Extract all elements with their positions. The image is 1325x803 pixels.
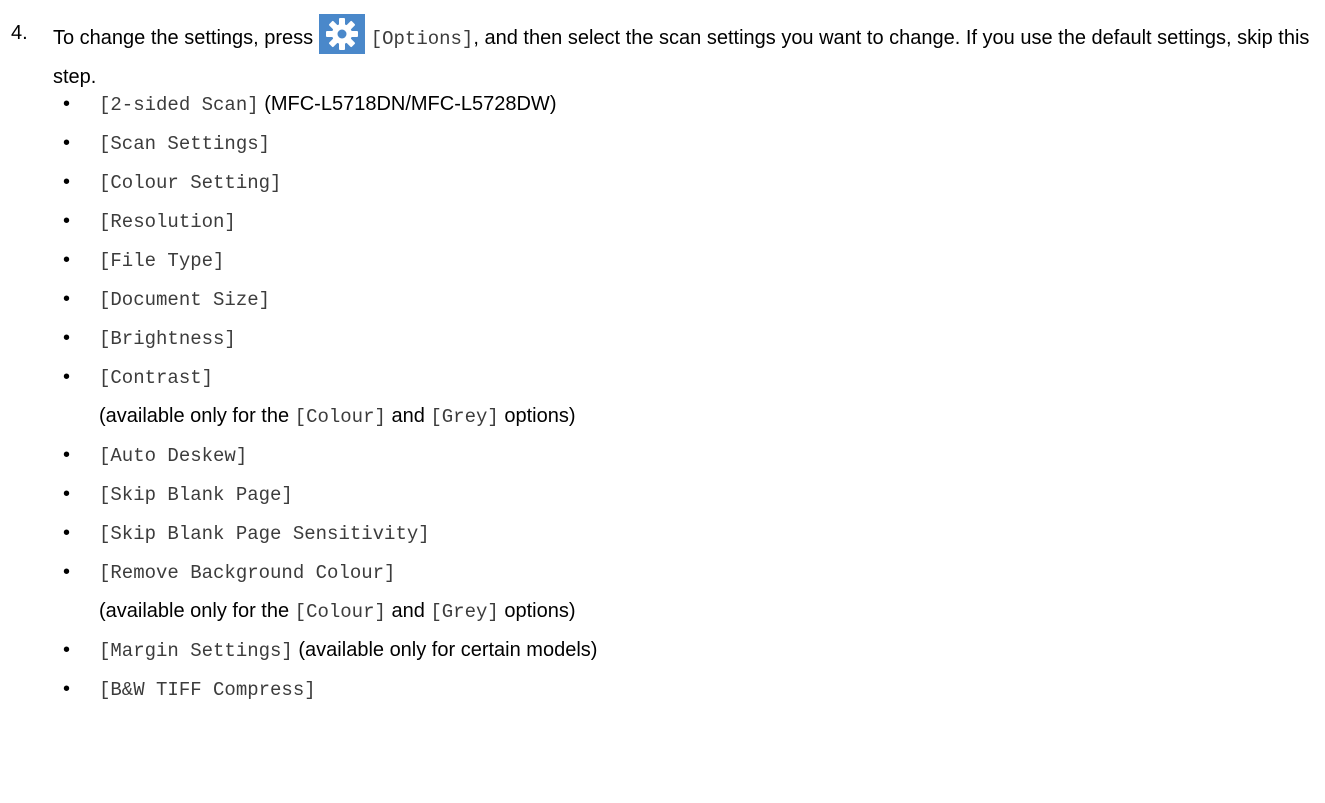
option-label: [Colour Setting] [99,172,282,194]
note-text: and [385,600,431,622]
step-text-before: To change the settings, press [53,27,319,49]
option-availability-note: (available only for the [Colour] and [Gr… [99,404,1325,430]
bullet: • [63,561,71,583]
option-label: [Document Size] [99,289,271,311]
note-text: options) [498,405,576,427]
list-item: • [Document Size] [0,287,1325,313]
list-item: • [2-sided Scan] (MFC-L5718DN/MFC-L5728DW… [0,92,1325,118]
list-item: • [Margin Settings] (available only for c… [0,638,1325,664]
option-label: [File Type] [99,250,225,272]
option-note: (MFC-L5718DN/MFC-L5728DW) [258,93,557,115]
option-label: [Resolution] [99,211,236,233]
bullet: • [63,678,71,700]
bullet: • [63,288,71,310]
list-item: • [Resolution] [0,209,1325,235]
bullet: • [63,210,71,232]
bullet: • [63,327,71,349]
bullet: • [63,639,71,661]
step-number: 4. [11,22,28,44]
option-label: [Skip Blank Page] [99,484,293,506]
note-text: options) [498,600,576,622]
note-option-grey: [Grey] [430,601,499,623]
option-label: [Scan Settings] [99,133,271,155]
bullet: • [63,483,71,505]
bullet: • [63,93,71,115]
bullet: • [63,366,71,388]
bullet: • [63,444,71,466]
gear-icon [318,14,365,54]
bullet: • [63,171,71,193]
note-option-colour: [Colour] [294,406,386,428]
note-text: and [385,405,431,427]
option-label: [Remove Background Colour] [99,562,396,584]
list-item: • [B&W TIFF Compress] [0,677,1325,703]
option-label: [Auto Deskew] [99,445,248,467]
option-label: [2-sided Scan] [99,94,259,116]
option-label: [Margin Settings] [99,640,293,662]
bullet: • [63,249,71,271]
option-availability-note: (available only for the [Colour] and [Gr… [99,599,1325,625]
list-item: • [File Type] [0,248,1325,274]
list-item: • [Contrast] (available only for the [Colo… [0,365,1325,430]
option-label: [Contrast] [99,367,214,389]
list-item: • [Brightness] [0,326,1325,352]
step-text: To change the settings, press [Options],… [53,14,1318,96]
note-option-grey: [Grey] [430,406,499,428]
list-item: • [Skip Blank Page Sensitivity] [0,521,1325,547]
note-text: (available only for the [99,600,295,622]
option-note: (available only for certain models) [292,639,598,661]
note-option-colour: [Colour] [294,601,386,623]
option-label: [Brightness] [99,328,236,350]
list-item: • [Remove Background Colour] (available on… [0,560,1325,625]
list-item: • [Scan Settings] [0,131,1325,157]
note-text: (available only for the [99,405,295,427]
bullet: • [63,132,71,154]
list-item: • [Colour Setting] [0,170,1325,196]
list-item: • [Auto Deskew] [0,443,1325,469]
options-button-label: [Options] [370,28,474,50]
scan-settings-list: • [2-sided Scan] (MFC-L5718DN/MFC-L5728DW… [0,92,1325,716]
bullet: • [63,522,71,544]
option-label: [B&W TIFF Compress] [99,679,316,701]
option-label: [Skip Blank Page Sensitivity] [99,523,430,545]
list-item: • [Skip Blank Page] [0,482,1325,508]
